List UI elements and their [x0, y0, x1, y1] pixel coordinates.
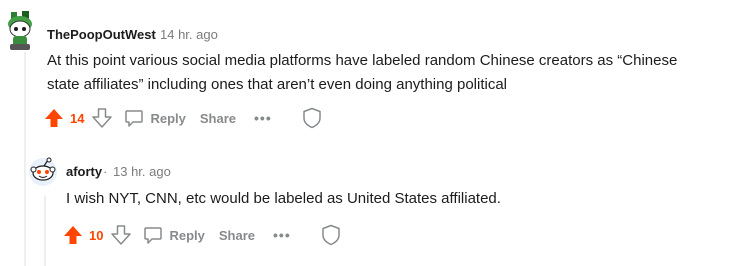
thread-line[interactable] — [24, 52, 26, 266]
shield-icon — [321, 224, 340, 246]
share-label: Share — [199, 110, 237, 126]
separator: · — [150, 27, 155, 42]
award-button[interactable] — [302, 107, 322, 129]
share-button[interactable]: Share — [219, 228, 255, 243]
comment-body: At this point various social media platf… — [47, 52, 678, 93]
comment-body: I wish NYT, CNN, etc would be labeled as… — [66, 190, 501, 207]
comment-bubble-icon — [125, 110, 144, 127]
reply-label: Reply — [150, 110, 186, 126]
share-button[interactable]: Share — [200, 111, 236, 126]
separator: · — [103, 164, 108, 179]
reply-button[interactable]: Reply — [143, 225, 205, 245]
award-button[interactable] — [321, 224, 341, 246]
timestamp[interactable]: 14 hr. ago — [160, 27, 218, 42]
reply-button[interactable]: Reply — [124, 108, 186, 128]
comment-bubble-icon — [144, 227, 163, 244]
upvote-button[interactable] — [42, 106, 66, 130]
downvote-button[interactable] — [90, 106, 114, 130]
avatar[interactable] — [4, 10, 36, 52]
snoo-avatar-icon — [8, 11, 32, 50]
more-options-button[interactable]: ••• — [273, 227, 291, 243]
comment-actions: 10 Reply Share ••• — [61, 222, 341, 248]
score: 10 — [89, 227, 104, 243]
score: 14 — [70, 110, 85, 126]
downvote-arrow-icon — [111, 225, 132, 245]
more-options-button[interactable]: ••• — [254, 110, 272, 126]
shield-icon — [302, 107, 321, 129]
share-label: Share — [218, 227, 256, 243]
downvote-button[interactable] — [109, 223, 133, 247]
username[interactable]: ThePoopOutWest — [47, 27, 156, 42]
upvote-arrow-icon — [64, 226, 82, 244]
upvote-button[interactable] — [61, 223, 85, 247]
username[interactable]: aforty — [66, 164, 102, 179]
comment-actions: 14 Reply Share ••• — [42, 105, 322, 131]
downvote-arrow-icon — [92, 108, 113, 128]
thread-line[interactable] — [44, 196, 46, 266]
snoo-avatar-icon — [29, 157, 57, 186]
upvote-arrow-icon — [45, 109, 63, 127]
timestamp[interactable]: 13 hr. ago — [113, 164, 171, 179]
avatar[interactable] — [28, 157, 58, 187]
reply-label: Reply — [169, 227, 205, 243]
